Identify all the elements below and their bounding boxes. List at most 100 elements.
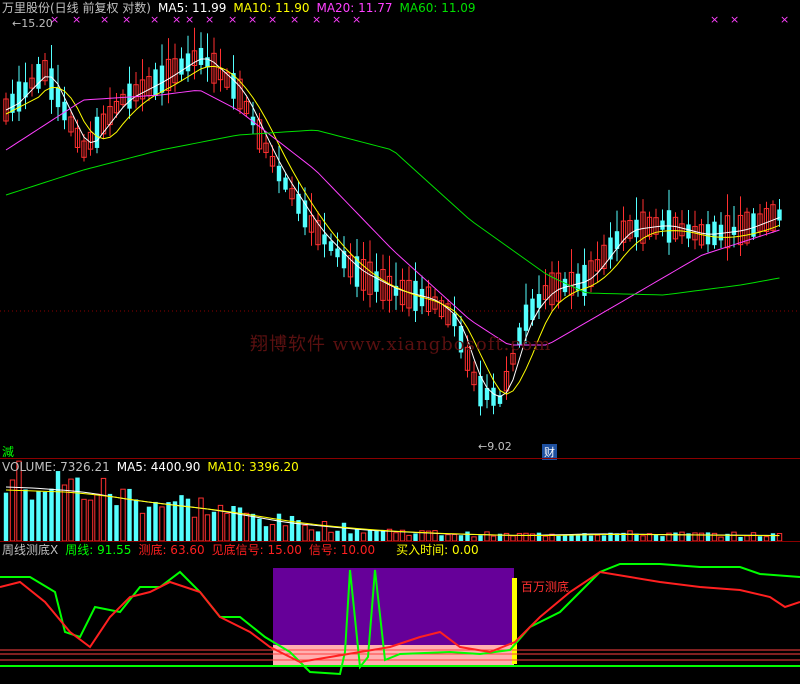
- vol-ma5-line: [5, 486, 780, 536]
- volume-bar: [673, 532, 678, 541]
- volume-bar: [198, 497, 204, 542]
- candle-body: [777, 209, 782, 221]
- volume-bar: [360, 532, 367, 542]
- volume-bar: [692, 532, 698, 542]
- volume-value: VOLUME: 7326.21: [2, 460, 110, 474]
- candle-body: [198, 47, 204, 65]
- volume-bar: [776, 533, 783, 542]
- volume-bar: [523, 532, 529, 542]
- volume-bar: [237, 507, 243, 541]
- volume-bar: [393, 532, 399, 542]
- candle-body: [523, 304, 529, 331]
- mr-value: 买入时间: 0.00: [396, 543, 479, 557]
- volume-bar: [87, 499, 94, 542]
- volume-bar: [127, 488, 132, 541]
- candle-body: [634, 219, 639, 238]
- volume-bar: [191, 516, 198, 542]
- volume-bar: [133, 499, 139, 541]
- volume-bar: [484, 531, 490, 542]
- reduce-tag: 減: [2, 445, 15, 459]
- volume-bar: [159, 506, 165, 542]
- volume-bar: [374, 530, 379, 541]
- candle-body: [49, 68, 54, 100]
- buy-signal-bar: [512, 578, 517, 664]
- signal-zone-low: [273, 645, 514, 665]
- volume-pane[interactable]: VOLUME: 7326.21 MA5: 4400.90 MA10: 3396.20: [0, 458, 800, 542]
- volume-bar: [3, 492, 9, 541]
- volume-bar: [81, 498, 87, 542]
- volume-bar: [516, 532, 523, 542]
- volume-bar: [432, 530, 438, 542]
- vol-ma10-line: [5, 489, 780, 537]
- volume-bar: [335, 530, 340, 541]
- volume-bar: [263, 526, 269, 541]
- candle-body: [127, 83, 132, 109]
- xh-value: 信号: 10.00: [308, 543, 376, 557]
- candle-body: [491, 387, 496, 406]
- candle-body: [276, 165, 282, 182]
- volume-bar: [114, 505, 119, 541]
- candle-body: [153, 69, 158, 96]
- volume-bar: [731, 531, 737, 542]
- volume-bar: [75, 477, 80, 541]
- volume-bar: [770, 533, 776, 541]
- volume-bar: [282, 525, 289, 542]
- volume-bar: [341, 522, 347, 541]
- cd-value: 测底: 63.60: [138, 543, 205, 557]
- volume-bar: [269, 524, 276, 542]
- volume-bar: [185, 498, 191, 541]
- candlestick-chart[interactable]: [0, 0, 800, 458]
- low-price-label: ←9.02: [478, 440, 512, 453]
- volume-bar: [308, 529, 315, 542]
- candle-body: [536, 294, 542, 308]
- volume-bar: [328, 531, 334, 542]
- candle-body: [660, 220, 665, 230]
- volume-bar: [413, 533, 418, 541]
- signal-zone: [273, 568, 514, 658]
- volume-bar: [231, 506, 236, 541]
- low-price-value: 9.02: [487, 440, 512, 453]
- indicator-header: 周线测底X 周线: 91.55 测底: 63.60 见底信号: 15.00 信号: 10…: [2, 543, 486, 557]
- volume-bar: [100, 477, 107, 542]
- event-marker: ×: [780, 13, 790, 26]
- volume-bar: [705, 532, 711, 541]
- volume-bar: [465, 531, 470, 541]
- volume-bar: [211, 511, 217, 541]
- candle-body: [530, 298, 535, 321]
- zx-value: 周线: 91.55: [65, 543, 132, 557]
- candle-body: [283, 177, 288, 190]
- volume-bar: [503, 532, 510, 542]
- vol-ma10-value: MA10: 3396.20: [207, 460, 299, 474]
- candle-body: [478, 375, 483, 407]
- volume-bar: [9, 479, 16, 542]
- volume-bar: [698, 532, 705, 542]
- volume-bar: [107, 493, 113, 541]
- volume-bar: [243, 512, 250, 542]
- candle-body: [335, 248, 340, 258]
- event-marker: ×: [710, 13, 720, 26]
- volume-bar: [276, 513, 282, 541]
- volume-bar: [29, 499, 35, 541]
- volume-bar: [750, 532, 757, 542]
- indicator-chart[interactable]: [0, 542, 800, 684]
- volume-bar: [172, 501, 178, 541]
- volume-bar: [257, 518, 262, 541]
- candle-body: [731, 226, 737, 235]
- jd-value: 见底信号: 15.00: [211, 543, 302, 557]
- price-pane[interactable]: 万里股份(日线 前复权 对数) MA5: 11.99 MA10: 11.90 MA20…: [0, 0, 800, 460]
- high-price-value: 15.20: [21, 17, 53, 30]
- ma10-value: MA10: 11.90: [233, 1, 310, 15]
- volume-header: VOLUME: 7326.21 MA5: 4400.90 MA10: 3396.20: [2, 460, 306, 474]
- volume-bar: [250, 513, 256, 541]
- candle-body: [712, 221, 717, 246]
- indicator-pane[interactable]: 周线测底X 周线: 91.55 测底: 63.60 见底信号: 15.00 信号: 10…: [0, 541, 800, 684]
- volume-bar: [679, 531, 685, 542]
- volume-bar: [367, 530, 373, 541]
- volume-bar: [536, 532, 542, 541]
- volume-bar: [204, 514, 211, 542]
- signal-label: 百万测底: [521, 580, 570, 594]
- volume-bar: [302, 524, 308, 542]
- volume-bar: [120, 488, 126, 542]
- ma60-line: [5, 129, 780, 296]
- ma5-value: MA5: 11.99: [158, 1, 227, 15]
